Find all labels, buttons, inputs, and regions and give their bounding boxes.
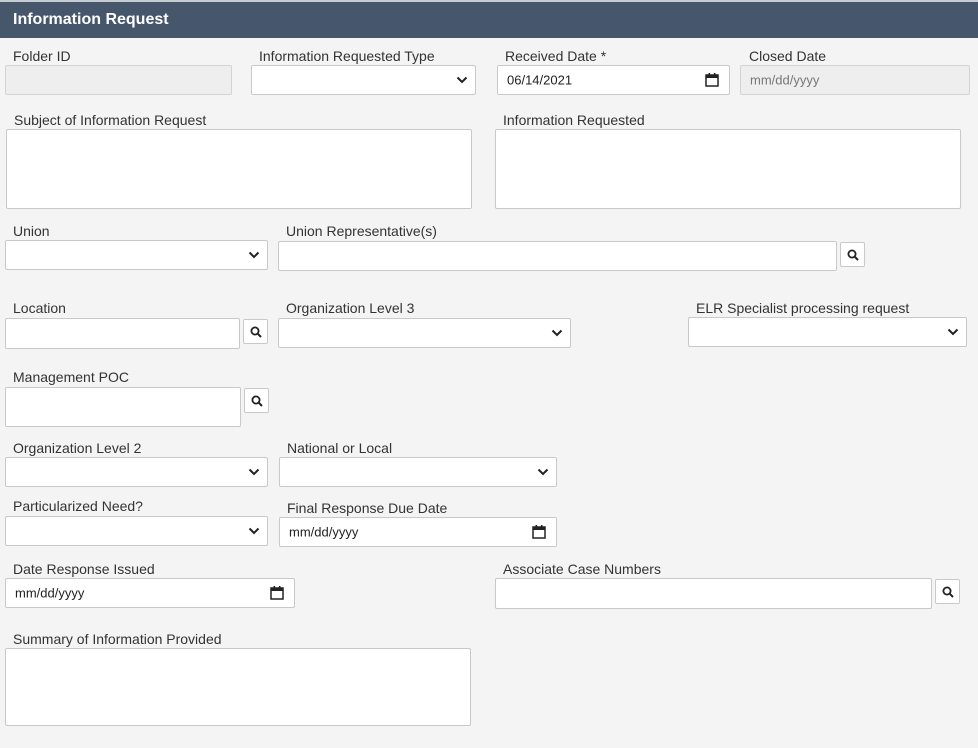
management-poc-label: Management POC bbox=[13, 369, 129, 385]
received-date-input[interactable]: 06/14/2021 bbox=[497, 65, 730, 95]
management-poc-search-button[interactable] bbox=[244, 388, 269, 413]
org-level2-label: Organization Level 2 bbox=[13, 440, 142, 456]
location-label: Location bbox=[13, 300, 66, 316]
elr-specialist-label: ELR Specialist processing request bbox=[696, 300, 910, 316]
subject-textarea[interactable] bbox=[6, 129, 472, 209]
search-icon bbox=[847, 249, 859, 261]
org-level2-select[interactable] bbox=[5, 457, 268, 487]
closed-date-input: mm/dd/yyyy bbox=[740, 65, 970, 95]
subject-label: Subject of Information Request bbox=[14, 112, 207, 128]
folder-id-label: Folder ID bbox=[13, 48, 71, 64]
associate-case-numbers-search-button[interactable] bbox=[935, 579, 960, 604]
calendar-icon[interactable] bbox=[532, 525, 546, 539]
date-response-issued-placeholder: mm/dd/yyyy bbox=[15, 585, 85, 601]
union-rep-search-button[interactable] bbox=[840, 242, 865, 267]
folder-id-input bbox=[5, 65, 232, 95]
chevron-down-icon bbox=[456, 76, 468, 84]
union-label: Union bbox=[13, 223, 50, 239]
calendar-icon[interactable] bbox=[705, 73, 719, 87]
final-response-due-input[interactable]: mm/dd/yyyy bbox=[279, 517, 557, 547]
org-level3-label: Organization Level 3 bbox=[286, 300, 415, 316]
associate-case-numbers-label: Associate Case Numbers bbox=[503, 561, 661, 577]
chevron-down-icon bbox=[248, 527, 260, 535]
union-rep-label: Union Representative(s) bbox=[286, 223, 437, 239]
summary-info-provided-label: Summary of Information Provided bbox=[13, 631, 222, 647]
management-poc-input[interactable] bbox=[5, 387, 241, 427]
elr-specialist-select[interactable] bbox=[688, 317, 967, 347]
final-response-due-placeholder: mm/dd/yyyy bbox=[289, 524, 359, 540]
national-local-label: National or Local bbox=[287, 440, 393, 456]
chevron-down-icon bbox=[248, 251, 260, 259]
chevron-down-icon bbox=[537, 468, 549, 476]
search-icon bbox=[250, 326, 262, 338]
panel-title: Information Request bbox=[13, 11, 169, 28]
union-select[interactable] bbox=[5, 240, 268, 270]
summary-info-provided-textarea[interactable] bbox=[5, 648, 471, 726]
date-response-issued-input[interactable]: mm/dd/yyyy bbox=[5, 578, 295, 608]
received-date-label: Received Date * bbox=[505, 48, 607, 64]
national-local-select[interactable] bbox=[279, 457, 557, 487]
closed-date-placeholder: mm/dd/yyyy bbox=[750, 72, 820, 88]
closed-date-label: Closed Date bbox=[749, 48, 827, 64]
particularized-need-select[interactable] bbox=[5, 516, 268, 546]
date-response-issued-label: Date Response Issued bbox=[13, 561, 155, 577]
received-date-value: 06/14/2021 bbox=[507, 72, 573, 88]
chevron-down-icon bbox=[947, 328, 959, 336]
particularized-need-label: Particularized Need? bbox=[13, 498, 143, 514]
info-requested-type-select[interactable] bbox=[251, 65, 476, 95]
search-icon bbox=[942, 586, 954, 598]
location-search-button[interactable] bbox=[243, 319, 268, 344]
final-response-due-label: Final Response Due Date bbox=[287, 500, 448, 516]
union-rep-input[interactable] bbox=[278, 241, 837, 271]
info-requested-textarea[interactable] bbox=[495, 129, 961, 209]
info-requested-type-label: Information Requested Type bbox=[259, 48, 435, 64]
org-level3-select[interactable] bbox=[278, 318, 571, 348]
chevron-down-icon bbox=[248, 468, 260, 476]
chevron-down-icon bbox=[551, 329, 563, 337]
location-input[interactable] bbox=[5, 318, 240, 349]
calendar-icon[interactable] bbox=[270, 586, 284, 600]
associate-case-numbers-input[interactable] bbox=[495, 578, 932, 609]
search-icon bbox=[251, 395, 263, 407]
info-requested-label: Information Requested bbox=[503, 112, 645, 128]
panel-header: Information Request bbox=[0, 0, 978, 38]
